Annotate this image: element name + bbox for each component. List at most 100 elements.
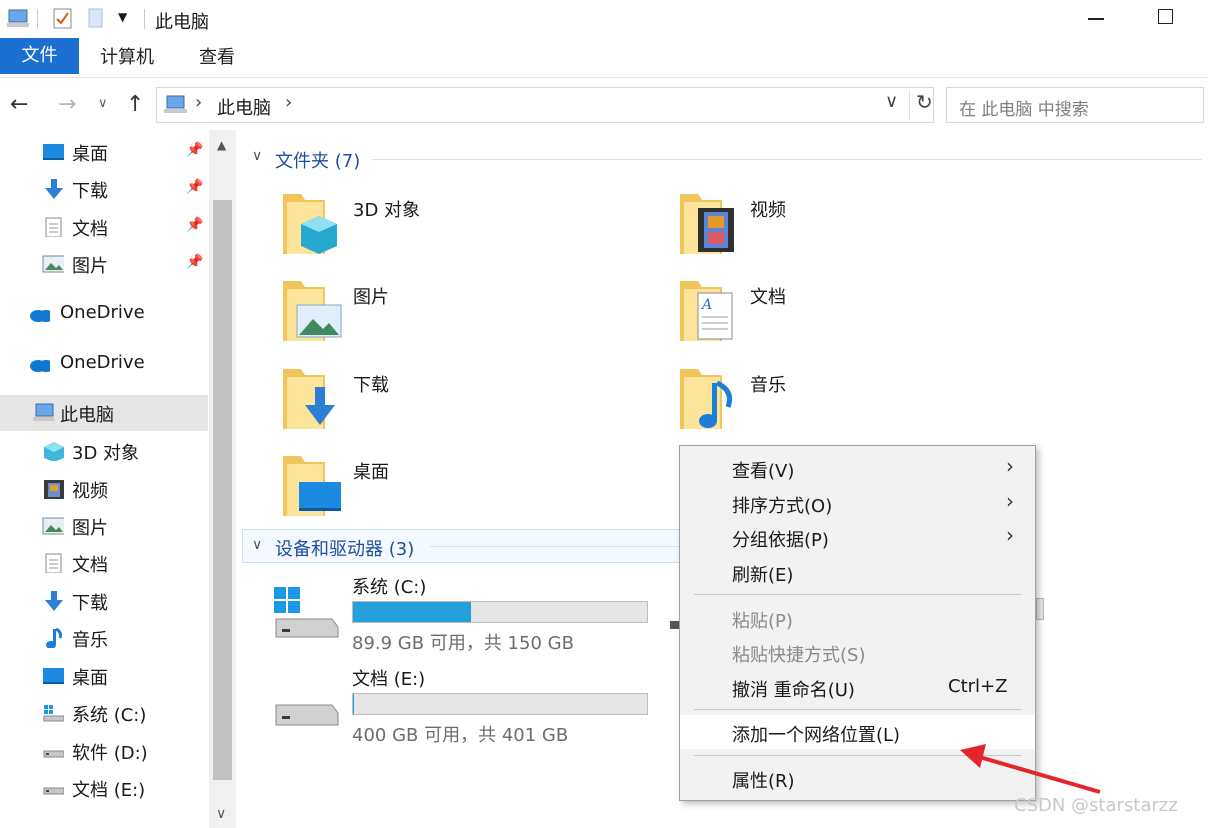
drive-usage-bar [352, 601, 648, 623]
submenu-chevron-icon: › [1006, 454, 1014, 478]
collapse-chevron-icon[interactable]: ∨ [252, 148, 262, 164]
pin-icon[interactable]: 📌 [186, 179, 203, 195]
refresh-icon[interactable]: ↻ [909, 90, 933, 120]
customize-toolbar-chevron-icon[interactable]: ▼ [118, 10, 127, 24]
folder-item[interactable]: 桌面 [281, 450, 581, 530]
tab-view[interactable]: 查看 [199, 38, 235, 76]
nav-item-pictures[interactable]: 图片 [0, 508, 208, 544]
onedrive-cloud-icon [30, 360, 50, 372]
nav-item-pictures[interactable]: 图片 📌 [0, 246, 208, 282]
forward-arrow-icon[interactable]: → [58, 92, 76, 117]
nav-item-drive-d[interactable]: 软件 (D:) [0, 733, 208, 769]
tab-file[interactable]: 文件 [0, 38, 79, 74]
pin-icon[interactable]: 📌 [186, 254, 203, 270]
folder-item[interactable]: A 文档 [678, 275, 978, 355]
up-arrow-icon[interactable]: ↑ [126, 92, 144, 117]
drives-group-header[interactable]: 设备和驱动器 (3) [275, 535, 414, 561]
folder-item[interactable]: 音乐 [678, 363, 978, 443]
nav-item-desktop[interactable]: 桌面 📌 [0, 134, 208, 170]
nav-item-documents[interactable]: 文档 📌 [0, 209, 208, 245]
minimize-button[interactable] [1088, 18, 1104, 20]
menu-item-refresh[interactable]: 刷新(E) [680, 555, 1035, 589]
pin-icon[interactable]: 📌 [186, 217, 203, 233]
nav-scrollbar[interactable]: ▲ ∨ [209, 130, 236, 828]
address-dropdown-chevron-icon[interactable]: ∨ [885, 91, 898, 112]
3d-objects-folder-icon [283, 194, 337, 254]
folder-name: 文档 [750, 287, 786, 308]
breadcrumb-chevron-icon[interactable]: › [195, 92, 202, 113]
drive-item[interactable]: 文档 (E:) 400 GB 可用，共 401 GB [272, 665, 652, 746]
menu-item-label: 查看(V) [732, 461, 795, 482]
menu-item-shortcut: Ctrl+Z [948, 676, 1008, 697]
tab-computer[interactable]: 计算机 [100, 38, 154, 76]
menu-item-paste[interactable]: 粘贴(P) [680, 601, 1035, 635]
drive-icon [43, 787, 64, 795]
nav-label: 文档 [72, 219, 108, 240]
search-input[interactable]: 在 此电脑 中搜索 [946, 87, 1204, 123]
submenu-chevron-icon: › [1006, 523, 1014, 547]
nav-item-onedrive[interactable]: OneDrive [0, 346, 208, 382]
drive-item[interactable]: 系统 (C:) 89.9 GB 可用，共 150 GB [272, 573, 652, 654]
drive-usage-bar [352, 693, 648, 715]
menu-item-sort-by[interactable]: 排序方式(O) › [680, 486, 1035, 520]
nav-label: OneDrive [60, 352, 145, 373]
folder-item[interactable]: 图片 [281, 275, 581, 355]
drive-name: 文档 (E:) [352, 669, 426, 690]
nav-label: 桌面 [72, 144, 108, 165]
breadcrumb[interactable]: 此电脑 [217, 94, 271, 120]
scrollbar-thumb[interactable] [213, 200, 232, 780]
title-bar: ▼ 此电脑 [0, 0, 1208, 38]
pin-icon[interactable]: 📌 [186, 142, 203, 158]
nav-item-drive-c[interactable]: 系统 (C:) [0, 695, 208, 731]
nav-label: 系统 (C:) [72, 705, 147, 726]
back-arrow-icon[interactable]: ← [10, 92, 28, 117]
breadcrumb-chevron-icon[interactable]: › [285, 92, 292, 113]
menu-item-label: 添加一个网络位置(L) [732, 725, 901, 746]
nav-label: 下载 [72, 593, 108, 614]
properties-icon[interactable] [52, 6, 74, 30]
nav-item-3d-objects[interactable]: 3D 对象 [0, 433, 208, 469]
menu-item-group-by[interactable]: 分组依据(P) › [680, 520, 1035, 554]
drive-icon [275, 704, 339, 726]
nav-item-drive-e[interactable]: 文档 (E:) [0, 770, 208, 806]
nav-item-this-pc[interactable]: 此电脑 [0, 395, 208, 431]
new-folder-icon[interactable] [86, 6, 106, 30]
music-icon [46, 628, 62, 648]
nav-item-music[interactable]: 音乐 [0, 620, 208, 656]
recent-locations-chevron-icon[interactable]: ∨ [98, 96, 108, 111]
nav-item-documents[interactable]: 文档 [0, 545, 208, 581]
nav-item-downloads[interactable]: 下载 [0, 583, 208, 619]
folder-name: 下载 [353, 375, 389, 396]
scroll-down-chevron-icon[interactable]: ∨ [216, 806, 226, 822]
folder-item[interactable]: 下载 [281, 363, 581, 443]
menu-item-paste-shortcut[interactable]: 粘贴快捷方式(S) [680, 635, 1035, 669]
menu-separator [694, 594, 1021, 595]
menu-item-label: 刷新(E) [732, 565, 794, 586]
download-icon [45, 179, 63, 199]
collapse-chevron-icon[interactable]: ∨ [252, 537, 262, 553]
document-icon [45, 217, 62, 237]
nav-label: 文档 (E:) [72, 780, 146, 801]
this-pc-icon[interactable] [6, 6, 32, 30]
folder-item[interactable]: 视频 [678, 188, 978, 268]
scroll-up-icon[interactable]: ▲ [217, 138, 226, 152]
onedrive-cloud-icon [30, 310, 50, 322]
menu-item-undo-rename[interactable]: 撤消 重命名(U) Ctrl+Z [680, 670, 1035, 704]
nav-item-videos[interactable]: 视频 [0, 471, 208, 507]
nav-item-downloads[interactable]: 下载 📌 [0, 171, 208, 207]
windows-drive-icon [274, 587, 339, 638]
menu-item-label: 撤消 重命名(U) [732, 680, 855, 701]
nav-item-desktop[interactable]: 桌面 [0, 658, 208, 694]
menu-item-view[interactable]: 查看(V) › [680, 451, 1035, 485]
maximize-button[interactable] [1158, 9, 1173, 24]
nav-item-onedrive[interactable]: OneDrive [0, 296, 208, 332]
this-pc-icon [33, 403, 54, 421]
menu-item-label: 粘贴快捷方式(S) [732, 645, 866, 666]
address-bar[interactable]: › 此电脑 › ∨ ↻ [156, 87, 934, 123]
folders-group-header[interactable]: 文件夹 (7) [275, 147, 360, 173]
folder-item[interactable]: 3D 对象 [281, 188, 581, 268]
nav-label: 此电脑 [60, 405, 114, 426]
drive-info: 89.9 GB 可用，共 150 GB [352, 633, 574, 654]
watermark: CSDN @starstarzz [1014, 795, 1178, 816]
nav-label: 图片 [72, 256, 108, 277]
